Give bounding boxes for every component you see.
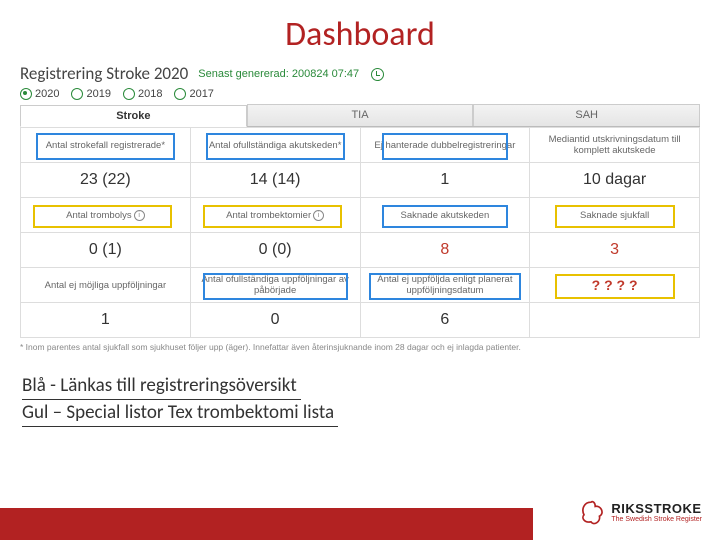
radio-icon bbox=[123, 88, 135, 100]
tab-sah[interactable]: SAH bbox=[473, 104, 700, 126]
metric-value: 23 (22) bbox=[21, 163, 191, 198]
logo-icon bbox=[577, 498, 605, 526]
dashboard-heading: Registrering Stroke 2020 bbox=[20, 63, 188, 84]
year-option-2018[interactable]: 2018 bbox=[123, 88, 162, 100]
legend-block: Blå - Länkas till registreringsöversikt … bbox=[22, 374, 720, 428]
dashboard-screenshot: Registrering Stroke 2020 Senast generera… bbox=[20, 63, 700, 352]
info-icon[interactable]: i bbox=[313, 210, 324, 221]
metric-label[interactable]: Ej hanterade dubbelregistreringar bbox=[374, 140, 515, 151]
generated-timestamp: Senast genererad: 200824 07:47 bbox=[198, 68, 359, 80]
metric-value: 6 bbox=[360, 303, 530, 338]
year-label: 2020 bbox=[35, 88, 59, 100]
metric-label: Antal ej möjliga uppföljningar bbox=[45, 280, 166, 291]
footnote: * Inom parentes antal sjukfall som sjukh… bbox=[20, 342, 700, 352]
refresh-icon[interactable] bbox=[371, 68, 384, 81]
bottom-red-band bbox=[0, 508, 533, 540]
metric-value: 1 bbox=[21, 303, 191, 338]
logo-title: RIKSSTROKE bbox=[611, 501, 702, 516]
placeholder-label: ? ? ? ? bbox=[592, 277, 638, 293]
metric-value: 0 (0) bbox=[190, 233, 360, 268]
dashboard-heading-row: Registrering Stroke 2020 Senast generera… bbox=[20, 63, 700, 84]
metric-value: 0 (1) bbox=[21, 233, 191, 268]
info-icon[interactable]: i bbox=[134, 210, 145, 221]
metric-value: 14 (14) bbox=[190, 163, 360, 198]
year-option-2019[interactable]: 2019 bbox=[71, 88, 110, 100]
logo-block: RIKSSTROKE The Swedish Stroke Register bbox=[577, 498, 702, 526]
logo-subtitle: The Swedish Stroke Register bbox=[611, 516, 702, 523]
metrics-grid: Antal strokefall registrerade* Antal ofu… bbox=[20, 127, 700, 338]
tab-tia[interactable]: TIA bbox=[247, 104, 474, 126]
metric-label[interactable]: Antal ofullständiga akutskeden* bbox=[209, 140, 342, 151]
metric-label[interactable]: Antal ofullständiga uppföljningar av påb… bbox=[193, 274, 358, 296]
metric-label: Mediantid utskrivningsdatum till komplet… bbox=[532, 134, 697, 156]
page-title: Dashboard bbox=[0, 14, 720, 55]
metric-value: 8 bbox=[360, 233, 530, 268]
logo-text: RIKSSTROKE The Swedish Stroke Register bbox=[611, 501, 702, 523]
metric-label[interactable]: Antal ej uppföljda enligt planerat uppfö… bbox=[363, 274, 528, 296]
radio-icon bbox=[71, 88, 83, 100]
metric-value: 10 dagar bbox=[530, 163, 700, 198]
metric-value: 1 bbox=[360, 163, 530, 198]
year-label: 2019 bbox=[86, 88, 110, 100]
tab-bar: Stroke TIA SAH bbox=[20, 104, 700, 127]
metric-label[interactable]: Antal strokefall registrerade* bbox=[46, 140, 165, 151]
year-option-2020[interactable]: 2020 bbox=[20, 88, 59, 100]
slide: Dashboard Registrering Stroke 2020 Senas… bbox=[0, 0, 720, 540]
metric-label[interactable]: Antal trombektomier bbox=[226, 210, 311, 221]
year-radio-group: 2020 2019 2018 2017 bbox=[20, 88, 700, 100]
metric-value bbox=[530, 303, 700, 338]
metric-label[interactable]: Saknade akutskeden bbox=[401, 210, 490, 221]
radio-icon bbox=[20, 88, 32, 100]
metric-value: 0 bbox=[190, 303, 360, 338]
tab-stroke[interactable]: Stroke bbox=[20, 105, 247, 127]
metric-label[interactable]: Saknade sjukfall bbox=[580, 210, 649, 221]
year-option-2017[interactable]: 2017 bbox=[174, 88, 213, 100]
legend-yellow: Gul – Special listor Tex trombektomi lis… bbox=[22, 401, 338, 427]
metric-value: 3 bbox=[530, 233, 700, 268]
radio-icon bbox=[174, 88, 186, 100]
metric-label[interactable]: Antal trombolys bbox=[66, 210, 131, 221]
bottom-bar: RIKSSTROKE The Swedish Stroke Register bbox=[0, 498, 720, 540]
year-label: 2018 bbox=[138, 88, 162, 100]
year-label: 2017 bbox=[189, 88, 213, 100]
legend-blue: Blå - Länkas till registreringsöversikt bbox=[22, 374, 301, 400]
